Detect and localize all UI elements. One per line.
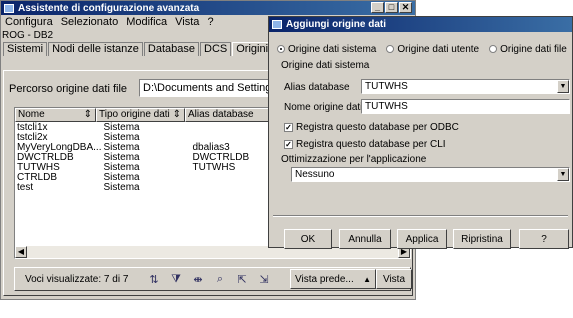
radio-sistema-dot — [277, 45, 285, 54]
apply-button[interactable]: Applica — [397, 229, 447, 249]
main-title: Assistente di configurazione avanzata — [18, 2, 200, 14]
dialog-app-icon — [272, 20, 282, 29]
optimization-dropdown-arrow-icon[interactable]: ▼ — [557, 168, 569, 181]
sort-icon[interactable]: ⇅ — [147, 272, 161, 286]
optimization-value: Nessuno — [295, 169, 335, 180]
list-toolbar: ⇅ ⧩ ⇼ ⌕ ⇱ ⇲ — [147, 272, 271, 286]
caret-up-icon: ▲ — [363, 274, 371, 284]
hscroll-left-button[interactable]: ◀ — [15, 246, 27, 258]
group-label: Origine dati sistema — [281, 60, 370, 71]
radio-utente[interactable]: Origine dati utente — [386, 44, 479, 55]
minimize-button[interactable]: _ — [371, 2, 384, 13]
dialog-separator — [273, 215, 568, 217]
name-label: Nome origine dati — [284, 102, 363, 113]
alias-label: Alias database — [284, 82, 350, 93]
main-titlebar[interactable]: Assistente di configurazione avanzata _ … — [1, 1, 415, 15]
col-header-tipo[interactable]: Tipo origine dati ⇕ — [96, 108, 185, 122]
tab-sistemi[interactable]: Sistemi — [3, 42, 48, 56]
radio-file[interactable]: Origine dati file — [489, 44, 567, 55]
col-header-nome[interactable]: Nome ⇕ — [15, 108, 96, 122]
menu-vista[interactable]: Vista — [174, 16, 200, 28]
cell-name: test — [17, 182, 34, 193]
menu-configura[interactable]: Configura — [4, 16, 54, 28]
path-label: Percorso origine dati file — [9, 83, 128, 95]
name-input[interactable]: TUTWHS — [361, 99, 570, 114]
alias-value: TUTWHS — [365, 81, 408, 92]
tab-dcs[interactable]: DCS — [200, 42, 232, 56]
cell-type: Sistema — [103, 182, 140, 193]
filter-columns-icon[interactable]: ⇼ — [191, 272, 205, 286]
menu-selezionato[interactable]: Selezionato — [60, 16, 120, 28]
status-bar: Voci visualizzate: 7 di 7 ⇅ ⧩ ⇼ ⌕ ⇱ ⇲ Vi… — [14, 267, 412, 291]
name-value: TUTWHS — [365, 101, 408, 112]
menu-help[interactable]: ? — [206, 16, 214, 28]
radio-utente-dot — [386, 45, 395, 54]
select-all-icon[interactable]: ⇱ — [235, 272, 249, 286]
check-odbc-box: ✓ — [284, 122, 293, 132]
filter-icon[interactable]: ⧩ — [169, 272, 183, 286]
sort-icon-nome: ⇕ — [83, 109, 92, 120]
sort-icon-tipo: ⇕ — [172, 109, 181, 120]
tab-database[interactable]: Database — [143, 42, 199, 56]
view-preset-button[interactable]: Vista prede... ▲ — [290, 269, 376, 289]
check-cli-box: ✓ — [284, 139, 293, 149]
count-label: Voci visualizzate: 7 di 7 — [25, 274, 129, 285]
add-datasource-dialog: Aggiungi origine dati Origine dati siste… — [268, 16, 573, 249]
path-value: D:\Documents and Settings\ — [143, 82, 280, 94]
check-odbc[interactable]: ✓ Registra questo database per ODBC — [284, 122, 459, 133]
app-icon — [4, 3, 14, 13]
optimization-combo[interactable]: Nessuno ▼ — [291, 167, 570, 182]
dialog-title: Aggiungi origine dati — [286, 19, 386, 30]
tab-nodi[interactable]: Nodi delle istanze — [48, 42, 143, 56]
ok-button[interactable]: OK — [284, 229, 332, 249]
reset-button[interactable]: Ripristina — [453, 229, 511, 249]
deselect-all-icon[interactable]: ⇲ — [257, 272, 271, 286]
alias-combo[interactable]: TUTWHS ▼ — [361, 79, 570, 94]
check-cli[interactable]: ✓ Registra questo database per CLI — [284, 139, 446, 150]
alias-dropdown-arrow-icon[interactable]: ▼ — [557, 80, 569, 93]
cancel-button[interactable]: Annulla — [339, 229, 391, 249]
close-button[interactable]: ✕ — [399, 2, 412, 13]
optimization-label: Ottimizzazione per l'applicazione — [281, 154, 427, 165]
maximize-button[interactable]: □ — [385, 2, 398, 13]
datasource-type-radios: Origine dati sistema Origine dati utente… — [277, 44, 567, 55]
dialog-titlebar[interactable]: Aggiungi origine dati — [269, 17, 572, 32]
find-icon[interactable]: ⌕ — [213, 272, 227, 286]
view-button[interactable]: Vista — [376, 269, 412, 289]
menu-modifica[interactable]: Modifica — [125, 16, 168, 28]
help-button[interactable]: ? — [519, 229, 569, 249]
radio-sistema[interactable]: Origine dati sistema — [277, 44, 376, 55]
radio-file-dot — [489, 45, 498, 54]
